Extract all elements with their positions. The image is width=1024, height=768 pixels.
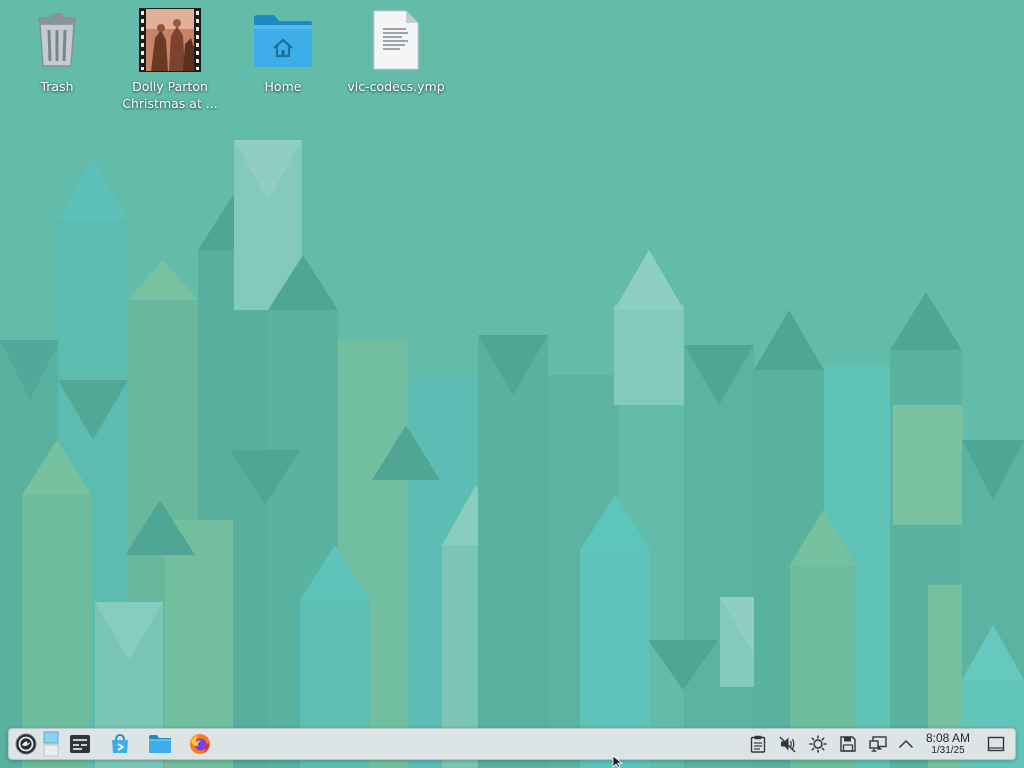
label-line-2: Christmas at ...: [122, 96, 218, 111]
discover-store-icon: [112, 734, 128, 753]
desktop-icon-label: Trash: [40, 79, 74, 94]
text-file-icon: [364, 8, 428, 72]
tray-volume[interactable]: [777, 729, 799, 759]
show-desktop-button[interactable]: [985, 729, 1007, 759]
clock-time: 8:08 AM: [925, 730, 971, 745]
tray-network[interactable]: [867, 729, 889, 759]
brightness-icon: [809, 735, 827, 753]
tray-clipboard[interactable]: [747, 729, 769, 759]
desktop-icon-home[interactable]: Home: [231, 8, 335, 95]
application-menu-icon: [15, 733, 37, 755]
desktop-icon-trash[interactable]: Trash: [5, 8, 109, 95]
trash-icon: [25, 8, 89, 72]
terminal-icon: [70, 735, 90, 753]
desktop-icon-label: Home: [264, 79, 302, 94]
video-thumbnail-icon: [138, 8, 202, 72]
volume-muted-icon: [779, 736, 796, 753]
desktop-icon-dolly-parton-video[interactable]: Dolly Parton Christmas at ...: [118, 8, 222, 112]
firefox-icon: [190, 734, 210, 754]
mouse-cursor: [612, 755, 624, 768]
clipboard-icon: [750, 735, 766, 753]
desktop-icon-label: vlc-codecs.ymp: [347, 79, 445, 94]
show-hidden-icon: [898, 739, 914, 749]
label-line-1: Dolly Parton: [132, 79, 208, 94]
clock-date: 1/31/25: [931, 744, 965, 756]
tray-disks[interactable]: [837, 729, 859, 759]
taskbar-launcher-file-manager[interactable]: [147, 729, 173, 759]
home-folder-icon: [251, 8, 315, 72]
application-launcher-button[interactable]: [13, 729, 39, 759]
desktop-wallpaper: [0, 0, 1024, 768]
file-manager-icon: [149, 735, 171, 753]
network-icon: [869, 736, 887, 752]
show-desktop-icon: [987, 736, 1005, 752]
taskbar-launcher-terminal[interactable]: [67, 729, 93, 759]
taskbar-panel: 8:08 AM 1/31/25: [8, 728, 1016, 760]
desktop-icon-vlc-codecs[interactable]: vlc-codecs.ymp: [344, 8, 448, 95]
tray-show-hidden-button[interactable]: [895, 729, 917, 759]
virtual-desktop-pager[interactable]: [41, 729, 61, 759]
taskbar-launcher-discover[interactable]: [107, 729, 133, 759]
tray-brightness[interactable]: [807, 729, 829, 759]
desktop-icon-label: Dolly Parton Christmas at ...: [122, 78, 217, 112]
desktop-pager-icon: [43, 731, 59, 757]
disks-icon: [840, 736, 856, 752]
digital-clock[interactable]: 8:08 AM 1/31/25: [919, 730, 977, 758]
taskbar-launcher-firefox[interactable]: [187, 729, 213, 759]
